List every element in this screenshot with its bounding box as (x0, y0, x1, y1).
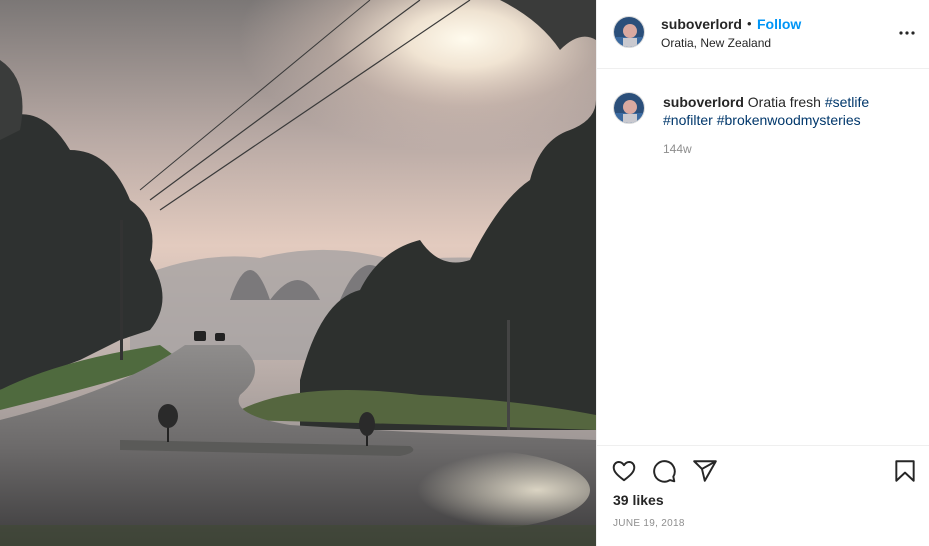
hashtag-link[interactable]: #nofilter (663, 112, 713, 128)
post-header: suboverlord • Follow Oratia, New Zealand (597, 0, 929, 69)
post-actions: 39 likes JUNE 19, 2018 (597, 445, 929, 546)
caption-body: Oratia fresh (747, 94, 821, 110)
hashtag-link[interactable]: #brokenwoodmysteries (717, 112, 861, 128)
post-details-panel: suboverlord • Follow Oratia, New Zealand… (596, 0, 929, 546)
separator-dot: • (747, 16, 752, 31)
caption-text: suboverlord Oratia fresh #setlife #nofil… (663, 93, 913, 129)
caption-avatar[interactable] (613, 92, 645, 124)
post-image-scene (0, 0, 596, 546)
share-icon[interactable] (692, 458, 718, 484)
follow-button[interactable]: Follow (757, 16, 801, 32)
post-date[interactable]: JUNE 19, 2018 (613, 518, 685, 529)
avatar[interactable] (613, 16, 645, 48)
comment-icon[interactable] (651, 458, 677, 484)
avatar-image (614, 17, 644, 47)
post-image[interactable] (0, 0, 596, 546)
bookmark-icon[interactable] (892, 458, 918, 484)
hashtag-link[interactable]: #setlife (825, 94, 869, 110)
post-location[interactable]: Oratia, New Zealand (661, 36, 771, 50)
caption-age[interactable]: 144w (663, 142, 692, 156)
likes-count[interactable]: 39 likes (613, 492, 664, 508)
post-username[interactable]: suboverlord (661, 16, 742, 32)
more-options-icon[interactable] (897, 24, 917, 40)
caption-avatar-image (614, 93, 644, 123)
caption-username[interactable]: suboverlord (663, 94, 744, 110)
heart-icon[interactable] (611, 458, 637, 484)
